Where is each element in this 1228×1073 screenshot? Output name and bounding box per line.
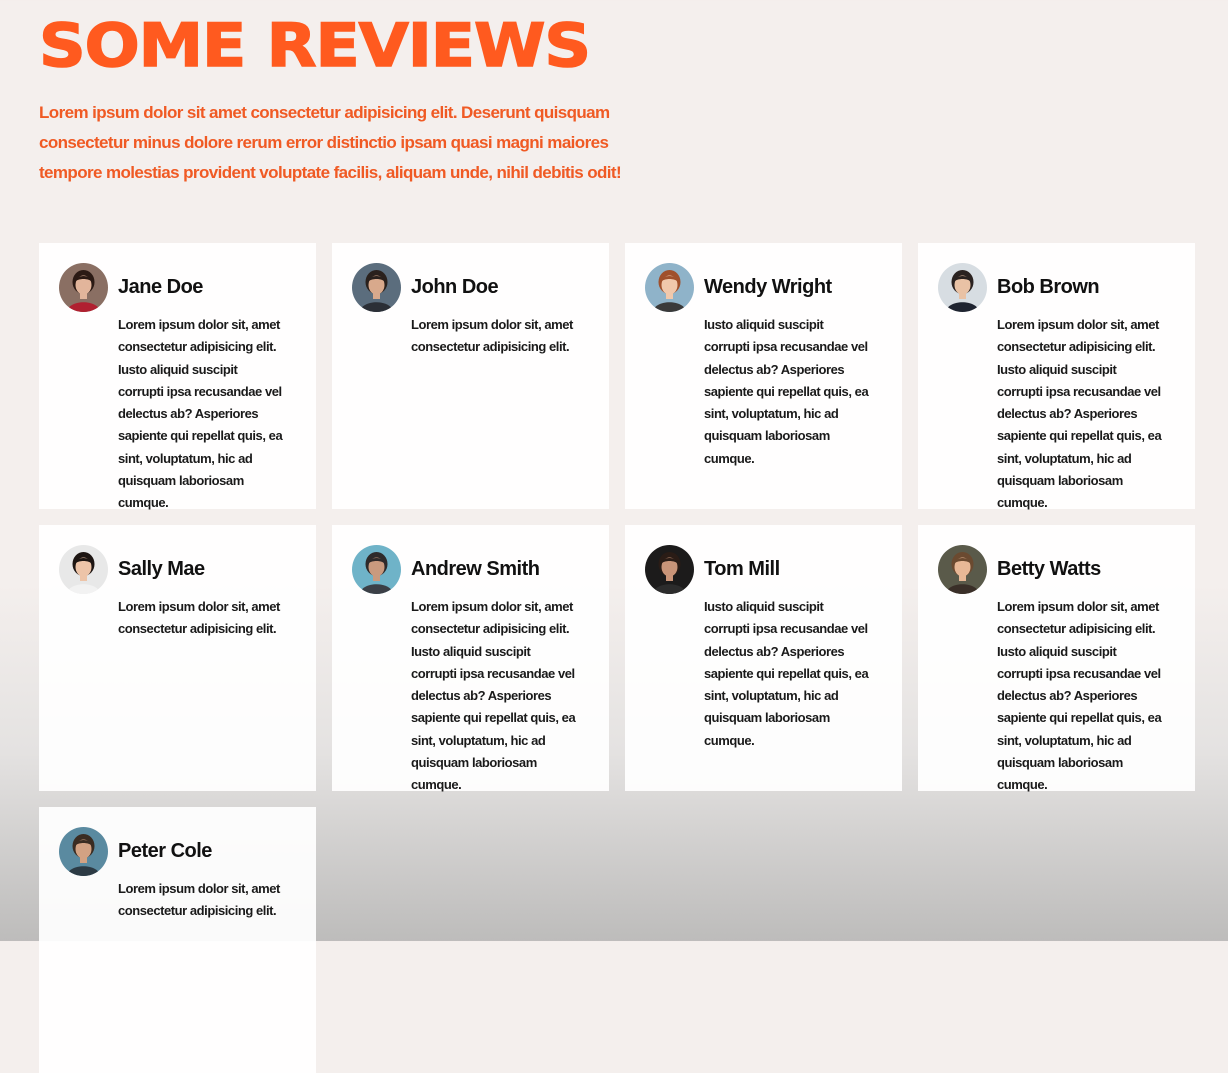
review-text: Iusto aliquid suscipit corrupti ipsa rec…: [704, 317, 869, 466]
review-card: Peter Cole Lorem ipsum dolor sit, amet c…: [39, 807, 316, 1073]
avatar-portrait-icon: [59, 263, 108, 312]
reviewer-avatar: [352, 545, 401, 594]
reviewer-name: Peter Cole: [118, 840, 212, 862]
reviewer-avatar: [59, 827, 108, 876]
reviewer-name: Wendy Wright: [704, 276, 832, 298]
reviewer-name: Betty Watts: [997, 558, 1101, 580]
avatar-portrait-icon: [352, 263, 401, 312]
reviewer-name: Jane Doe: [118, 276, 203, 298]
review-text: Lorem ipsum dolor sit, amet consectetur …: [118, 317, 283, 511]
reviewer-avatar: [59, 545, 108, 594]
review-card: Jane Doe Lorem ipsum dolor sit, amet con…: [39, 243, 316, 510]
avatar-portrait-icon: [59, 827, 108, 876]
review-text: Iusto aliquid suscipit corrupti ipsa rec…: [704, 599, 869, 748]
page-header: SOME REVIEWS Lorem ipsum dolor sit amet …: [38, 13, 679, 188]
review-card: John Doe Lorem ipsum dolor sit, amet con…: [332, 243, 609, 509]
reviewer-name: Andrew Smith: [411, 558, 540, 580]
avatar-portrait-icon: [59, 545, 108, 594]
review-card: Tom Mill Iusto aliquid suscipit corrupti…: [625, 525, 902, 791]
review-card: Betty Watts Lorem ipsum dolor sit, amet …: [918, 525, 1195, 792]
review-text: Lorem ipsum dolor sit, amet consectetur …: [118, 599, 280, 637]
reviewer-avatar: [938, 263, 987, 312]
page-title: SOME REVIEWS: [38, 11, 592, 81]
avatar-portrait-icon: [938, 545, 987, 594]
reviewer-avatar: [352, 263, 401, 312]
reviewer-avatar: [59, 263, 108, 312]
avatar-portrait-icon: [938, 263, 987, 312]
review-text: Lorem ipsum dolor sit, amet consectetur …: [411, 317, 573, 355]
reviewer-avatar: [645, 263, 694, 312]
reviewer-name: Sally Mae: [118, 558, 205, 580]
review-text: Lorem ipsum dolor sit, amet consectetur …: [997, 317, 1162, 511]
reviewer-avatar: [645, 545, 694, 594]
reviewer-name: Tom Mill: [704, 558, 780, 580]
review-card: Wendy Wright Iusto aliquid suscipit corr…: [625, 243, 902, 509]
avatar-portrait-icon: [645, 263, 694, 312]
review-card: Sally Mae Lorem ipsum dolor sit, amet co…: [39, 525, 316, 791]
review-card: Andrew Smith Lorem ipsum dolor sit, amet…: [332, 525, 609, 792]
reviews-grid: Jane Doe Lorem ipsum dolor sit, amet con…: [39, 243, 1195, 1073]
reviewer-avatar: [938, 545, 987, 594]
review-text: Lorem ipsum dolor sit, amet consectetur …: [118, 881, 280, 919]
reviewer-name: Bob Brown: [997, 276, 1100, 298]
avatar-portrait-icon: [352, 545, 401, 594]
review-card: Bob Brown Lorem ipsum dolor sit, amet co…: [918, 243, 1195, 510]
reviewer-name: John Doe: [411, 276, 499, 298]
review-text: Lorem ipsum dolor sit, amet consectetur …: [997, 599, 1162, 793]
review-text: Lorem ipsum dolor sit, amet consectetur …: [411, 599, 576, 793]
avatar-portrait-icon: [645, 545, 694, 594]
page-intro: Lorem ipsum dolor sit amet consectetur a…: [39, 103, 622, 182]
